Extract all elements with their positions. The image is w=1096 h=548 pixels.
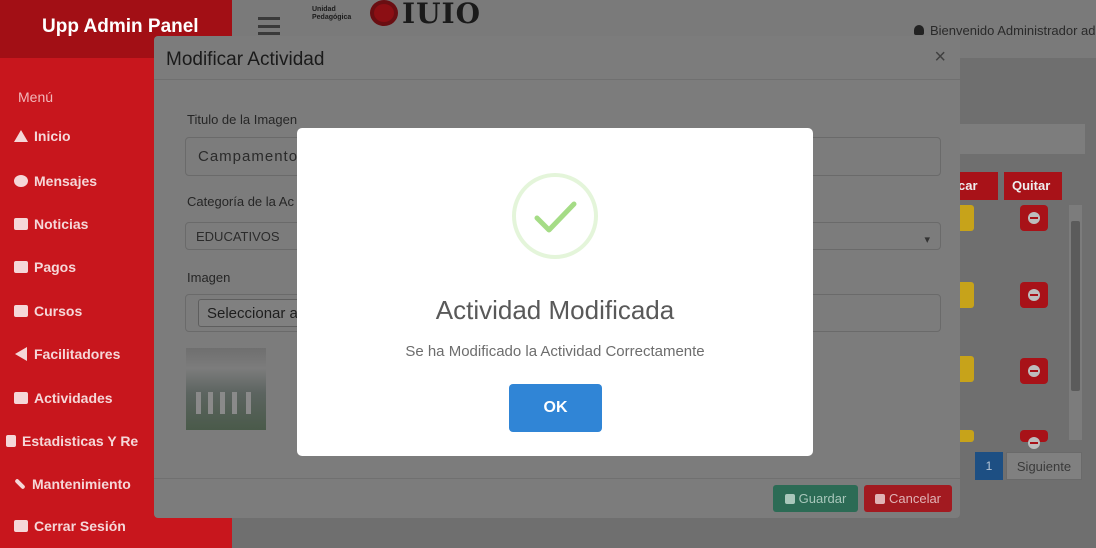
table-scrollbar[interactable] <box>1069 205 1082 440</box>
scrollbar-thumb[interactable] <box>1071 221 1080 391</box>
sidebar-item-label: Cerrar Sesión <box>34 518 126 534</box>
close-square-icon <box>874 494 885 504</box>
cancel-button-label: Cancelar <box>888 491 942 506</box>
alert-message: Se ha Modificado la Actividad Correctame… <box>405 343 705 360</box>
column-header-remove: Quitar <box>1004 172 1062 200</box>
sidebar-item-label: Facilitadores <box>34 346 121 362</box>
modal-footer: Guardar Cancelar <box>154 478 960 518</box>
chevron-down-icon: ▾ <box>924 234 930 246</box>
sidebar-item-label: Noticias <box>34 216 89 232</box>
edit-button[interactable] <box>960 356 974 382</box>
sidebar-item-mantenimiento[interactable]: Mantenimiento <box>14 473 131 495</box>
pagination-next-button[interactable]: Siguiente <box>1006 452 1082 480</box>
title-input-value: Campamento <box>198 148 299 165</box>
menu-header: Menú <box>18 89 54 105</box>
book-icon <box>14 305 28 317</box>
save-icon <box>784 494 795 504</box>
sidebar-item-label: Pagos <box>34 259 77 275</box>
save-button[interactable]: Guardar <box>773 485 858 512</box>
sidebar-item-inicio[interactable]: Inicio <box>14 125 71 147</box>
logo-line-2: Pedagógica <box>312 14 352 21</box>
edit-button[interactable] <box>960 430 974 442</box>
pagination-page-button[interactable]: 1 <box>975 452 1003 480</box>
alert-title: Actividad Modificada <box>435 295 675 325</box>
remove-button[interactable] <box>1020 282 1048 308</box>
edit-button[interactable] <box>960 282 974 308</box>
category-select-value: EDUCATIVOS <box>196 229 280 244</box>
sidebar-item-label: Inicio <box>34 128 71 144</box>
close-icon[interactable]: × <box>934 46 946 69</box>
logo-text: IUIO <box>402 0 482 30</box>
modal-header: Modificar Actividad × <box>154 36 960 80</box>
category-field-label: Categoría de la Ac <box>187 194 294 209</box>
sidebar-item-estadisticas[interactable]: Estadisticas Y Re <box>6 430 138 452</box>
ok-button[interactable]: OK <box>509 384 602 432</box>
success-check-icon <box>512 173 598 259</box>
comment-icon <box>14 175 28 187</box>
save-button-label: Guardar <box>798 491 847 506</box>
sidebar-item-facilitadores[interactable]: Facilitadores <box>14 343 120 365</box>
image-field-label: Imagen <box>187 270 231 285</box>
logo-emblem-icon <box>370 0 398 26</box>
sidebar-item-actividades[interactable]: Actividades <box>14 387 113 409</box>
sidebar-item-label: Actividades <box>34 390 113 406</box>
file-chart-icon <box>6 435 16 447</box>
title-field-label: Titulo de la Imagen <box>187 112 298 127</box>
activity-image-preview <box>186 348 266 430</box>
sidebar-item-label: Mantenimiento <box>32 476 131 492</box>
remove-button[interactable] <box>1020 430 1048 449</box>
remove-button[interactable] <box>1020 205 1048 231</box>
megaphone-icon <box>15 347 27 361</box>
sidebar-item-label: Mensajes <box>34 173 98 189</box>
sidebar-item-cerrar-sesion[interactable]: Cerrar Sesión <box>14 515 126 537</box>
hamburger-menu-icon[interactable] <box>258 17 280 35</box>
sidebar-item-noticias[interactable]: Noticias <box>14 213 88 235</box>
remove-button[interactable] <box>1020 358 1048 384</box>
search-bar-background <box>950 124 1085 154</box>
logo-line-1: Unidad <box>312 6 336 13</box>
sidebar-item-pagos[interactable]: Pagos <box>14 256 76 278</box>
tools-icon <box>14 478 26 490</box>
sidebar-item-label: Cursos <box>34 303 83 319</box>
logo-subtitle: Unidad Pedagógica <box>312 6 351 22</box>
cancel-button[interactable]: Cancelar <box>864 485 952 512</box>
sidebar-item-mensajes[interactable]: Mensajes <box>14 170 97 192</box>
home-icon <box>14 130 28 142</box>
image-icon <box>14 392 28 404</box>
credit-card-icon <box>14 261 28 273</box>
edit-button[interactable] <box>960 205 974 231</box>
success-alert-dialog: Actividad Modificada Se ha Modificado la… <box>297 128 813 456</box>
modal-title: Modificar Actividad <box>166 49 325 70</box>
close-square-icon <box>14 520 28 532</box>
newspaper-icon <box>14 218 28 230</box>
user-icon <box>914 25 924 35</box>
sidebar-item-label: Estadisticas Y Re <box>22 433 139 449</box>
sidebar-item-cursos[interactable]: Cursos <box>14 300 82 322</box>
